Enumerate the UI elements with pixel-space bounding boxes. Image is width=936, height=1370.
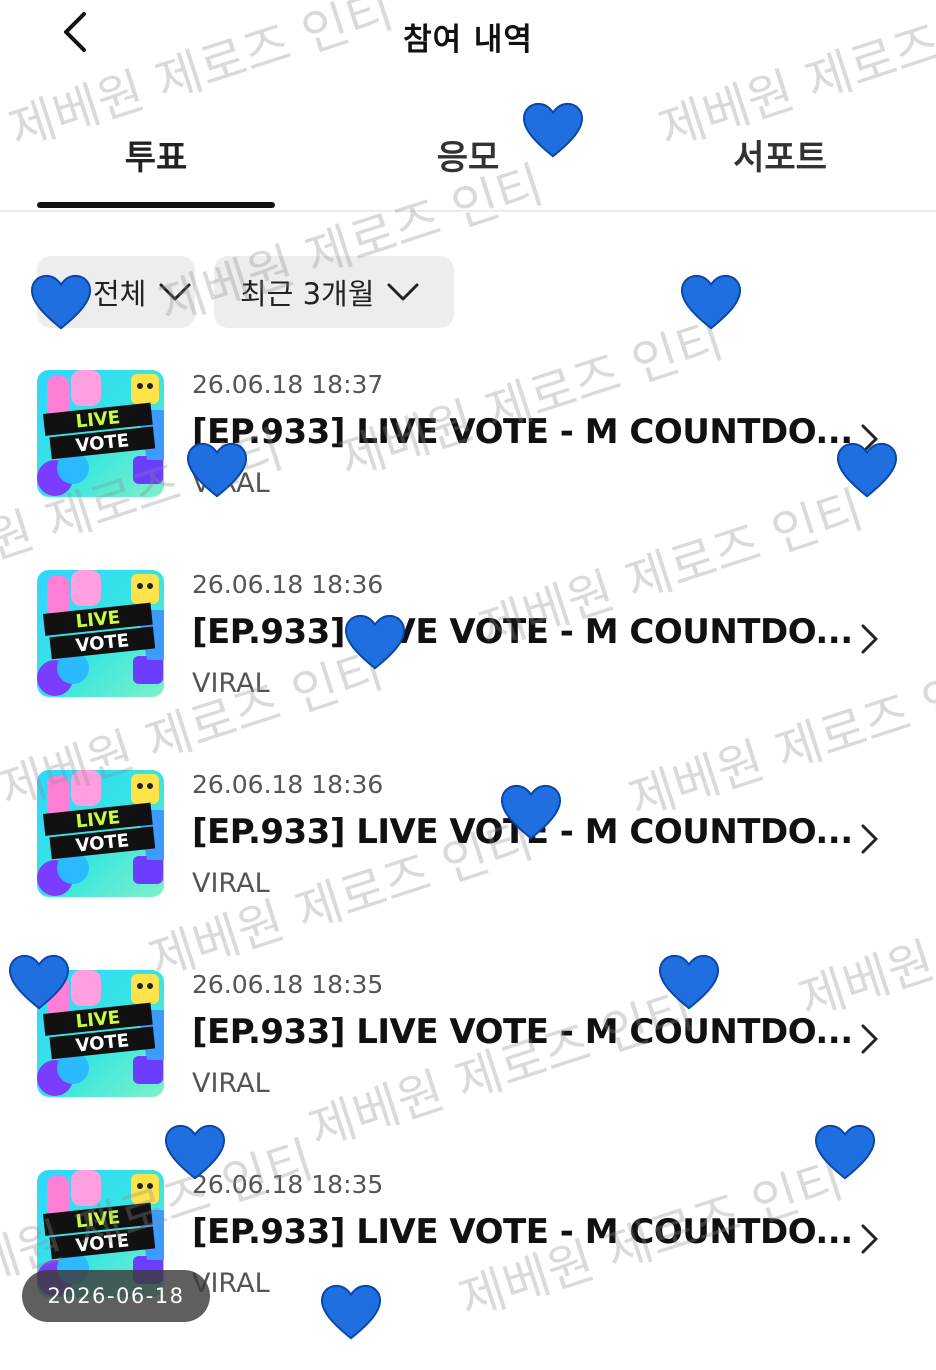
tab-entry[interactable]: 응모 bbox=[349, 130, 587, 179]
active-tab-indicator bbox=[37, 202, 275, 208]
item-title: [EP.933] LIVE VOTE - M COUNTDO... bbox=[192, 412, 853, 452]
chevron-right-icon[interactable] bbox=[857, 622, 881, 656]
filter-type-dropdown[interactable]: 전체 bbox=[37, 256, 195, 328]
chevron-right-icon[interactable] bbox=[857, 1222, 881, 1256]
chevron-right-icon[interactable] bbox=[857, 822, 881, 856]
chevron-down-icon bbox=[387, 283, 419, 301]
item-title: [EP.933] LIVE VOTE - M COUNTDO... bbox=[192, 812, 853, 852]
item-title: [EP.933] LIVE VOTE - M COUNTDO... bbox=[192, 1212, 853, 1252]
item-date: 26.06.18 18:37 bbox=[192, 370, 384, 399]
participation-list-item[interactable]: LIVE VOTE 26.06.18 18:37 [EP.933] LIVE VO… bbox=[0, 370, 936, 570]
participation-list-item[interactable]: LIVE VOTE 26.06.18 18:36 [EP.933] LIVE VO… bbox=[0, 570, 936, 770]
tab-bar: 투표 응모 서포트 bbox=[0, 108, 936, 212]
item-source: VIRAL bbox=[192, 868, 270, 899]
live-vote-thumbnail-art: LIVE VOTE bbox=[37, 370, 164, 497]
page-title: 참여 내역 bbox=[403, 22, 533, 58]
item-date: 26.06.18 18:36 bbox=[192, 770, 384, 799]
chevron-right-icon[interactable] bbox=[857, 422, 881, 456]
tab-support[interactable]: 서포트 bbox=[661, 130, 899, 179]
item-source: VIRAL bbox=[192, 1068, 270, 1099]
item-source: VIRAL bbox=[192, 668, 270, 699]
vote-thumbnail-image: LIVE VOTE bbox=[37, 770, 164, 897]
vote-thumbnail-image: LIVE VOTE bbox=[37, 370, 164, 497]
live-vote-thumbnail-art: LIVE VOTE bbox=[37, 970, 164, 1097]
vote-thumbnail-image: LIVE VOTE bbox=[37, 970, 164, 1097]
chevron-right-icon[interactable] bbox=[857, 1022, 881, 1056]
top-bar: 참여 내역 bbox=[0, 0, 936, 70]
chevron-down-icon bbox=[159, 283, 191, 301]
tab-vote[interactable]: 투표 bbox=[37, 130, 275, 179]
heart-icon bbox=[680, 274, 742, 330]
item-source: VIRAL bbox=[192, 468, 270, 499]
filter-period-dropdown[interactable]: 최근 3개월 bbox=[214, 256, 454, 328]
vote-thumbnail-image: LIVE VOTE bbox=[37, 570, 164, 697]
item-title: [EP.933] LIVE VOTE - M COUNTDO... bbox=[192, 612, 853, 652]
item-date: 26.06.18 18:36 bbox=[192, 570, 384, 599]
live-vote-thumbnail-art: LIVE VOTE bbox=[37, 770, 164, 897]
participation-list-item[interactable]: LIVE VOTE 26.06.18 18:35 [EP.933] LIVE VO… bbox=[0, 970, 936, 1170]
participation-list-item[interactable]: LIVE VOTE 26.06.18 18:36 [EP.933] LIVE VO… bbox=[0, 770, 936, 970]
item-title: [EP.933] LIVE VOTE - M COUNTDO... bbox=[192, 1012, 853, 1052]
item-date: 26.06.18 18:35 bbox=[192, 970, 384, 999]
item-date: 26.06.18 18:35 bbox=[192, 1170, 384, 1199]
filter-period-label: 최근 3개월 bbox=[240, 277, 375, 311]
live-vote-thumbnail-art: LIVE VOTE bbox=[37, 570, 164, 697]
screenshot-date-badge: 2026-06-18 bbox=[22, 1270, 210, 1322]
filter-type-label: 전체 bbox=[93, 277, 147, 311]
